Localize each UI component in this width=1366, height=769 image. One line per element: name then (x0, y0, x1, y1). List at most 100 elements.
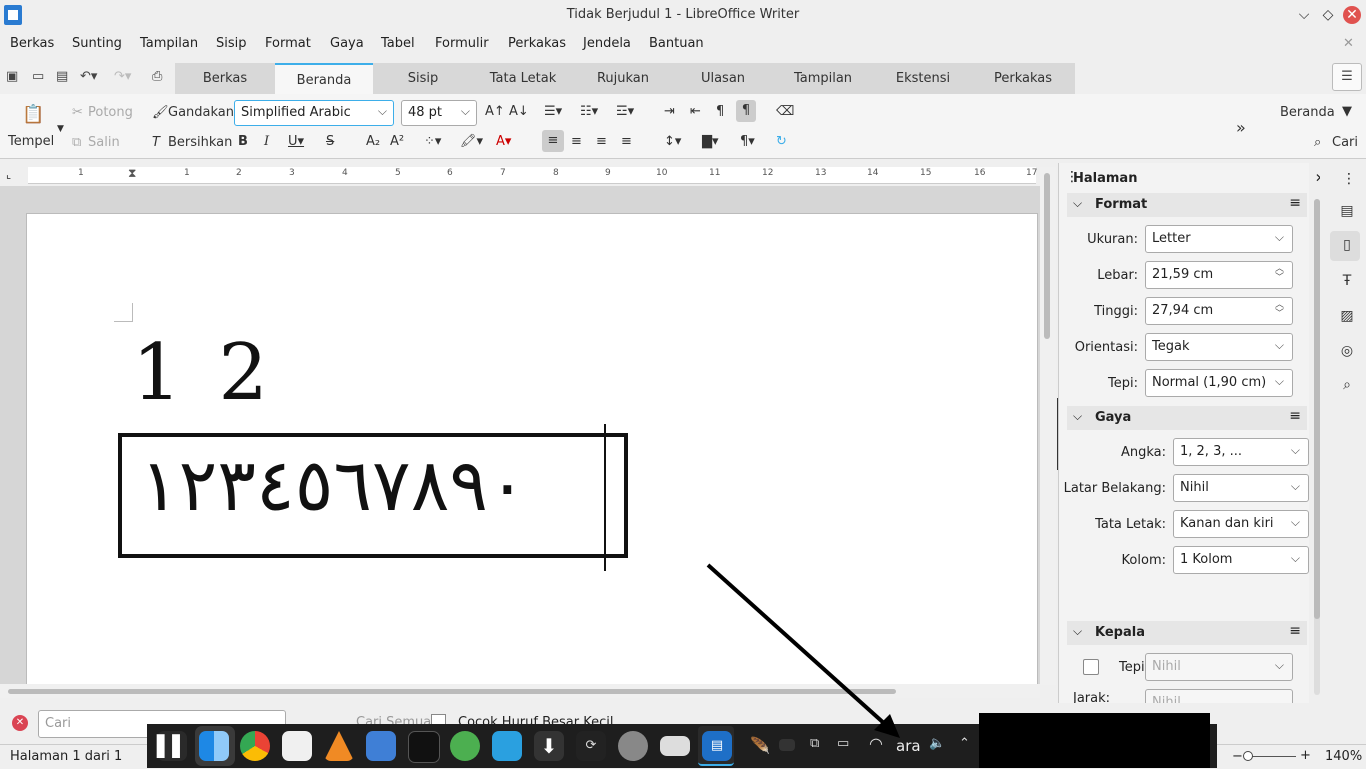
styles-section-header[interactable]: ⌵ Gaya ≡ (1067, 406, 1307, 430)
tray-expand-icon[interactable]: ⌃ (959, 736, 970, 751)
menu-tampilan[interactable]: Tampilan (140, 36, 198, 51)
header-margin-select[interactable]: Nihil ⌵ (1145, 653, 1293, 681)
scroll-thumb[interactable] (1044, 173, 1050, 339)
header-section-header[interactable]: ⌵ Kepala ≡ (1067, 621, 1307, 645)
section-menu-icon[interactable]: ≡ (1289, 408, 1301, 424)
menu-berkas[interactable]: Berkas (10, 36, 54, 51)
underline-icon[interactable]: U▾ (288, 134, 304, 149)
layout-select[interactable]: Kanan dan kiri ⌵ (1173, 510, 1309, 538)
formatting-marks-icon[interactable]: ¶ (716, 104, 724, 119)
bold-icon[interactable]: B (238, 134, 248, 149)
arabic-digits-box[interactable]: ١٢٣٤٥٦٧٨٩٠ (118, 433, 628, 558)
indent-increase-icon[interactable]: ⇥ (664, 104, 675, 119)
settings-icon[interactable] (618, 731, 648, 761)
menu-perkakas[interactable]: Perkakas (508, 36, 566, 51)
align-left-icon[interactable]: ≡ (542, 130, 564, 152)
properties-icon[interactable]: ▤ (1338, 203, 1356, 221)
section-menu-icon[interactable]: ≡ (1289, 623, 1301, 639)
background-select[interactable]: Nihil ⌵ (1173, 474, 1309, 502)
find-button[interactable]: Cari (1332, 135, 1358, 150)
wifi-icon[interactable]: ◠ (869, 734, 883, 753)
menu-sisip[interactable]: Sisip (216, 36, 247, 51)
superscript-icon[interactable]: A² (390, 134, 404, 149)
collapse-icon[interactable]: ⌵ (1073, 196, 1082, 211)
feather-icon[interactable]: 🪶 (750, 736, 770, 755)
more-options-icon[interactable]: » (1236, 118, 1246, 137)
app-launcher-icon[interactable]: ▌▌ (157, 731, 188, 761)
manage-changes-icon[interactable]: ⌕ (1338, 377, 1356, 395)
header-checkbox[interactable] (1083, 659, 1099, 675)
menu-jendela[interactable]: Jendela (583, 36, 631, 51)
tab-sisip[interactable]: Sisip (373, 63, 473, 94)
battery-icon[interactable]: ▭ (837, 736, 849, 751)
tab-perkakas[interactable]: Perkakas (973, 63, 1073, 94)
volume-icon[interactable]: 🔈 (929, 736, 945, 751)
paragraph-background-icon[interactable]: ▇▾ (702, 134, 719, 149)
minimize-icon[interactable]: ⌵ (1294, 5, 1314, 25)
zoom-level[interactable]: 140% (1325, 749, 1362, 764)
menu-formulir[interactable]: Formulir (435, 36, 489, 51)
spin-arrows-icon[interactable]: ︿ ﹀ (1275, 301, 1284, 319)
menu-tabel[interactable]: Tabel (381, 36, 415, 51)
tab-stop-icon[interactable]: ⌞ (6, 168, 11, 181)
menu-sunting[interactable]: Sunting (72, 36, 122, 51)
indent-marker-icon[interactable]: ⧗ (128, 166, 136, 181)
line-spacing-icon[interactable]: ↕▾ (664, 134, 681, 149)
subscript-icon[interactable]: A₂ (366, 134, 380, 149)
highlight-icon[interactable]: 🖍▾ (460, 134, 483, 149)
close-icon[interactable]: ✕ (1343, 6, 1361, 24)
section-menu-icon[interactable]: ≡ (1289, 195, 1301, 211)
zoom-slider-handle[interactable] (1243, 751, 1253, 761)
chevron-down-icon[interactable]: ⌵ (461, 104, 470, 119)
redo-icon[interactable]: ↷▾ (114, 69, 131, 84)
font-size-combo[interactable]: 48 pt ⌵ (401, 100, 477, 126)
paragraph-direction-icon[interactable]: ¶▾ (740, 134, 755, 149)
copy-button[interactable]: Salin (88, 135, 120, 150)
downloader-icon[interactable]: ⬇ (534, 731, 564, 761)
strikethrough-icon[interactable]: S (326, 134, 334, 149)
context-dropdown-icon[interactable]: ▼ (1342, 104, 1352, 119)
gallery-icon[interactable]: ▨ (1338, 308, 1356, 326)
menu-format[interactable]: Format (265, 36, 311, 51)
header-spacing-select[interactable]: Nihil (1145, 689, 1293, 703)
cut-button[interactable]: Potong (88, 105, 133, 120)
hamburger-menu-icon[interactable]: ☰ (1332, 63, 1362, 91)
clear-format-button[interactable]: Bersihkan (168, 135, 232, 150)
styles-icon[interactable]: Ŧ (1338, 273, 1356, 291)
menu-bantuan[interactable]: Bantuan (649, 36, 704, 51)
undo-icon[interactable]: ↶▾ (80, 69, 97, 84)
number-format-select[interactable]: 1, 2, 3, ... ⌵ (1173, 438, 1309, 466)
clone-button[interactable]: Gandakan (168, 105, 234, 120)
drawing-app-icon[interactable] (282, 731, 312, 761)
page-icon[interactable]: ▯ (1338, 237, 1356, 255)
bullets-icon[interactable]: ☰▾ (544, 104, 562, 119)
refresh-icon[interactable]: ↻ (776, 134, 787, 149)
writer-icon[interactable]: ▤ (702, 731, 732, 761)
tab-tata-letak[interactable]: Tata Letak (473, 63, 573, 94)
keyboard-layout-indicator[interactable]: ara (896, 737, 921, 755)
tab-rujukan[interactable]: Rujukan (573, 63, 673, 94)
close-document-icon[interactable]: ✕ (1343, 36, 1354, 51)
margin-select[interactable]: Normal (1,90 cm) ⌵ (1145, 369, 1293, 397)
context-selector[interactable]: Beranda (1280, 105, 1335, 120)
page-count-status[interactable]: Halaman 1 dari 1 (10, 749, 122, 764)
clipboard-icon[interactable]: ⧉ (810, 736, 819, 751)
app-store-icon[interactable] (366, 731, 396, 761)
script-app-icon[interactable]: ⟳ (576, 731, 606, 761)
font-name-combo[interactable]: Simplified Arabic ⌵ (234, 100, 394, 126)
horizontal-scrollbar[interactable] (0, 684, 1040, 698)
document-text-numbers[interactable]: 1 2 (132, 328, 274, 418)
orientation-select[interactable]: Tegak ⌵ (1145, 333, 1293, 361)
character-spacing-icon[interactable]: ⁘▾ (424, 134, 441, 149)
collapse-icon[interactable]: ⌵ (1073, 624, 1082, 639)
navigator-icon[interactable]: ◎ (1338, 343, 1356, 361)
page-width-spinner[interactable]: 21,59 cm ︿ ﹀ (1145, 261, 1293, 289)
outline-icon[interactable]: ☲▾ (616, 104, 634, 119)
zoom-in-icon[interactable]: + (1300, 748, 1311, 763)
page-size-select[interactable]: Letter ⌵ (1145, 225, 1293, 253)
paste-icon[interactable]: 📋 (22, 104, 44, 125)
print-icon[interactable]: ⎙ (152, 69, 162, 84)
align-center-icon[interactable]: ≡ (571, 134, 582, 149)
close-findbar-icon[interactable]: ✕ (12, 715, 28, 731)
more-icon[interactable]: ⋮ (1342, 171, 1356, 187)
